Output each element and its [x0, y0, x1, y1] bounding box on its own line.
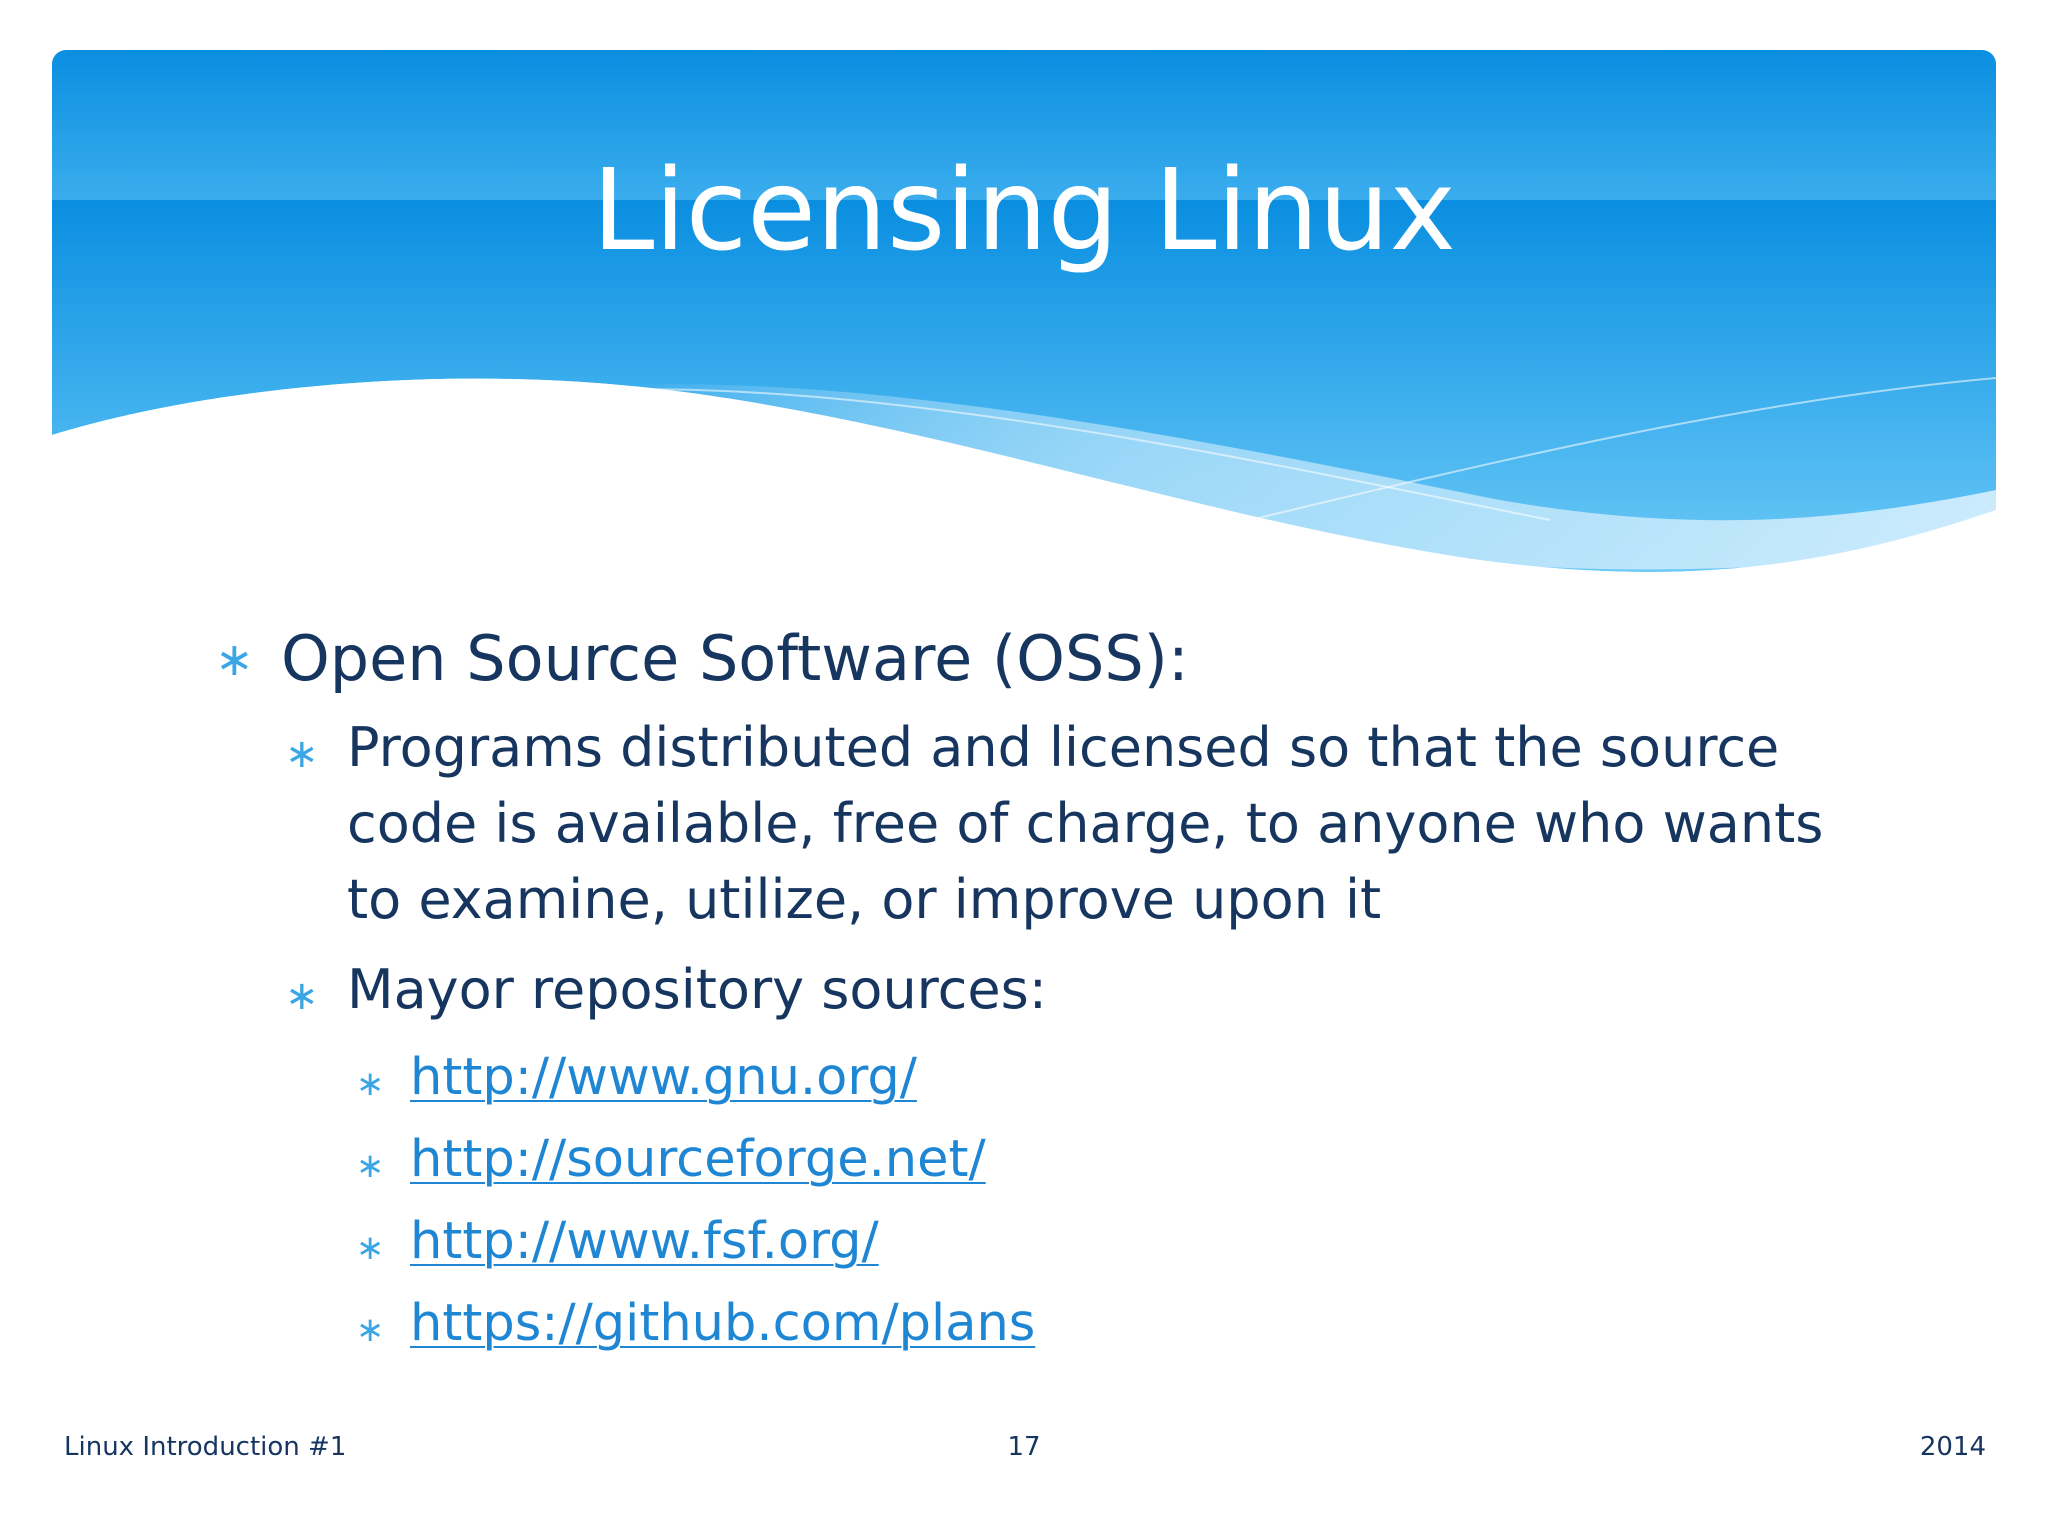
- footer-page-number: 17: [1007, 1432, 1041, 1462]
- slide-title: Licensing Linux: [592, 146, 1456, 276]
- bullet-level2: ∗ Programs distributed and licensed so t…: [285, 710, 1825, 938]
- link-item-github: ∗ https://github.com/plans: [356, 1292, 1035, 1362]
- link-item-sourceforge: ∗ http://sourceforge.net/: [356, 1128, 986, 1198]
- bullet-level1: ∗ Open Source Software (OSS):: [215, 622, 1189, 695]
- link-fsf[interactable]: http://www.fsf.org/: [410, 1210, 879, 1274]
- bullet-level2: ∗ Mayor repository sources:: [285, 952, 1825, 1034]
- bullet-text: Open Source Software (OSS):: [281, 622, 1189, 695]
- asterisk-bullet-icon: ∗: [285, 973, 319, 1019]
- bullet-text: Programs distributed and licensed so tha…: [347, 716, 1824, 931]
- slide: Licensing Linux ∗ Open Source Software (…: [0, 0, 2048, 1536]
- asterisk-bullet-icon: ∗: [356, 1228, 385, 1268]
- header-wave-background: [52, 50, 1997, 600]
- link-sourceforge[interactable]: http://sourceforge.net/: [410, 1128, 986, 1192]
- footer-year: 2014: [1919, 1432, 1986, 1462]
- asterisk-bullet-icon: ∗: [285, 731, 319, 777]
- link-gnu[interactable]: http://www.gnu.org/: [410, 1046, 917, 1110]
- asterisk-bullet-icon: ∗: [356, 1310, 385, 1350]
- asterisk-bullet-icon: ∗: [215, 632, 254, 686]
- asterisk-bullet-icon: ∗: [356, 1146, 385, 1186]
- link-item-fsf: ∗ http://www.fsf.org/: [356, 1210, 879, 1280]
- asterisk-bullet-icon: ∗: [356, 1064, 385, 1104]
- bullet-text: Mayor repository sources:: [347, 958, 1047, 1021]
- link-item-gnu: ∗ http://www.gnu.org/: [356, 1046, 917, 1116]
- link-github[interactable]: https://github.com/plans: [410, 1292, 1035, 1356]
